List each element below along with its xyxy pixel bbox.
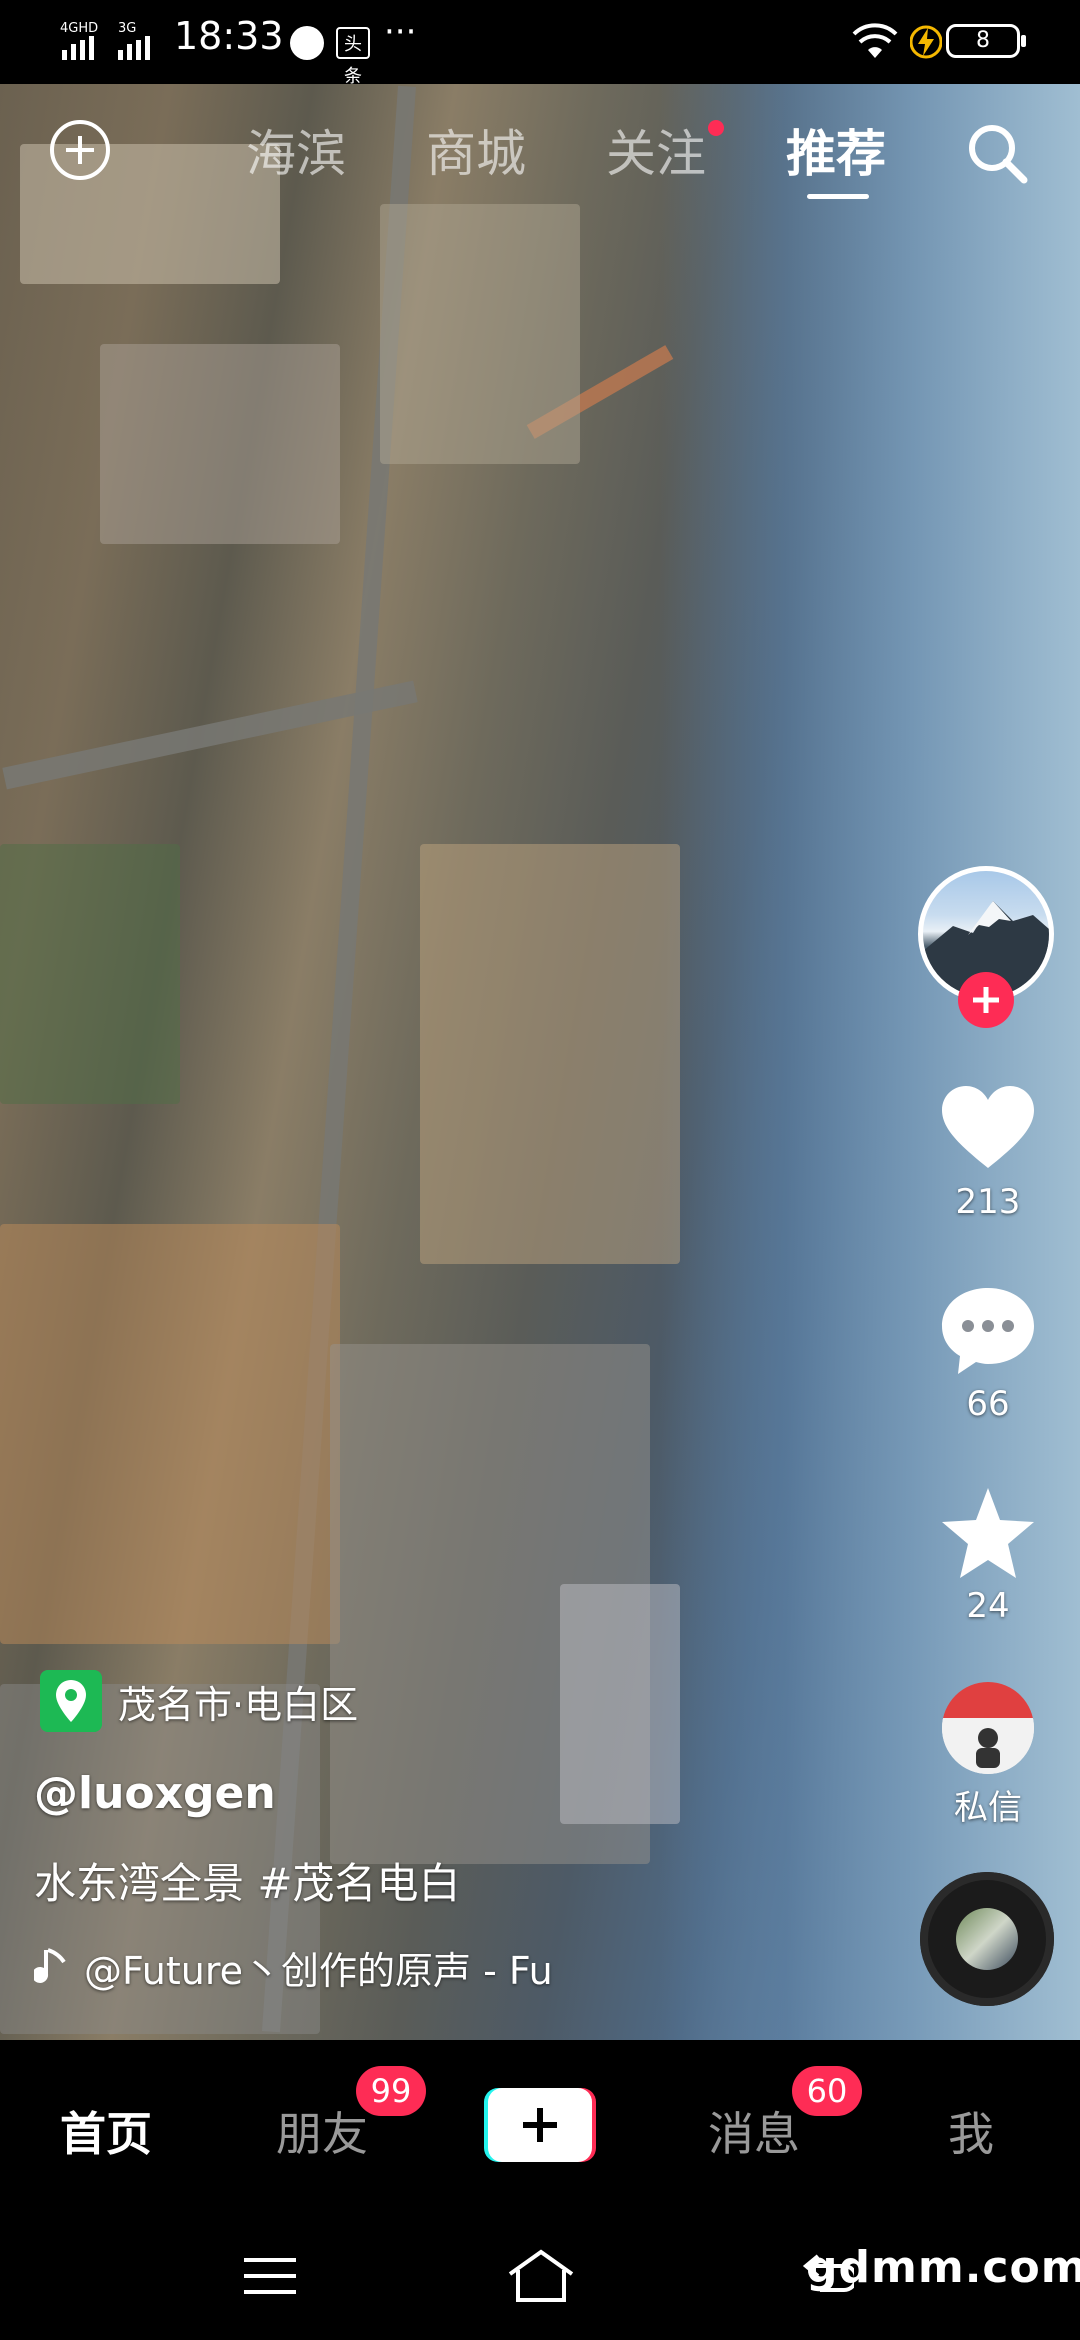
like-count: 213 (955, 1182, 1021, 1222)
favorite-count: 24 (966, 1586, 1010, 1626)
notification-app-icon (290, 26, 324, 60)
dm-avatar[interactable] (942, 1682, 1034, 1774)
tab-haibin[interactable]: 海滨 (246, 114, 346, 186)
tab-recommended[interactable]: 推荐 (786, 114, 886, 186)
video-buildings (380, 204, 580, 464)
following-new-dot (708, 120, 724, 136)
plus-icon (488, 2088, 592, 2162)
location-pin-icon[interactable] (40, 1670, 102, 1732)
tab-friends[interactable]: 朋友 (276, 2098, 368, 2164)
location-label[interactable]: 茂名市·电白区 (118, 1674, 358, 1729)
system-nav-bar: gdmm.com (0, 2220, 1080, 2340)
menu-icon[interactable] (244, 2254, 296, 2298)
dm-label[interactable]: 私信 (900, 1780, 1076, 1829)
create-button[interactable] (484, 2088, 596, 2162)
active-tab-indicator (807, 194, 869, 199)
person-icon (942, 1718, 1034, 1774)
video-player[interactable] (0, 84, 1080, 2040)
video-description[interactable]: 水东湾全景 #茂名电白 (34, 1850, 461, 1911)
svg-text:4GHD: 4GHD (60, 21, 98, 36)
search-icon[interactable] (964, 120, 1030, 186)
home-icon[interactable] (506, 2248, 576, 2304)
comment-icon[interactable] (938, 1280, 1038, 1380)
heart-icon[interactable] (938, 1080, 1038, 1180)
clock: 18:33 (174, 14, 284, 58)
music-title[interactable]: @Future丶创作的原声 - Fu (84, 1940, 584, 1995)
follow-button[interactable] (958, 972, 1014, 1028)
messages-badge: 60 (792, 2066, 862, 2116)
status-bar: 4GHD 3G 18:33 头条 ··· 8 (0, 0, 1080, 87)
video-buildings (0, 1224, 340, 1644)
video-buildings (560, 1584, 680, 1824)
top-nav: 海滨 商城 关注 推荐 (0, 84, 1080, 214)
music-disc-icon[interactable] (920, 1872, 1054, 2006)
signal-icon: 4GHD 3G (60, 21, 150, 60)
tab-home[interactable]: 首页 (60, 2098, 152, 2164)
star-icon[interactable] (938, 1484, 1038, 1584)
watermark: gdmm.com (806, 2242, 1080, 2293)
friends-badge: 99 (356, 2066, 426, 2116)
svg-text:3G: 3G (118, 21, 136, 36)
music-cover (956, 1908, 1018, 1970)
video-buildings (100, 344, 340, 544)
add-circle-icon[interactable] (50, 120, 110, 180)
music-note-icon (34, 1948, 66, 1983)
tab-me[interactable]: 我 (948, 2098, 994, 2164)
video-buildings (420, 844, 680, 1264)
author-handle[interactable]: @luoxgen (34, 1768, 276, 1819)
battery-icon: 8 (946, 24, 1026, 58)
video-greenery (0, 844, 180, 1104)
charging-icon (910, 25, 942, 59)
comment-count: 66 (966, 1384, 1010, 1424)
bottom-tab-bar: 首页 朋友 99 消息 60 我 (0, 2040, 1080, 2220)
tab-following[interactable]: 关注 (606, 114, 706, 186)
wifi-icon (852, 23, 898, 58)
more-notifications-icon: ··· (384, 12, 417, 52)
news-app-icon: 头条 (336, 27, 370, 87)
tab-messages[interactable]: 消息 (708, 2098, 800, 2164)
tab-shop[interactable]: 商城 (426, 114, 526, 186)
